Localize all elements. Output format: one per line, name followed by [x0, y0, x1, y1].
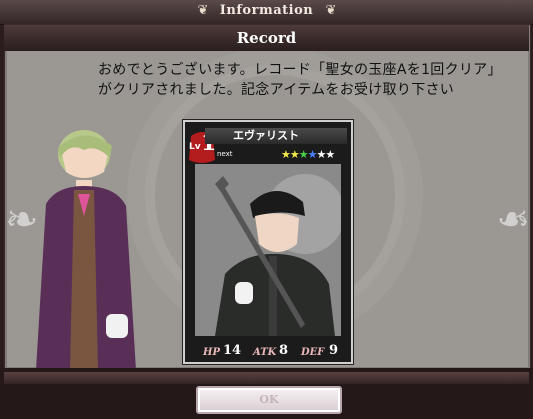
ok-button[interactable]: OK [196, 386, 342, 414]
hp-value: 14 [223, 343, 242, 358]
ornament-left-icon: ❧ [5, 197, 39, 243]
card-artwork [195, 164, 341, 336]
character-portrait [36, 130, 136, 370]
fleur-icon: ❦ [325, 3, 337, 18]
game-window: ❦ Information ❦ ❧ ❧ Record おめでとうございます。レコ… [0, 0, 533, 419]
def-label: DEF [301, 347, 325, 358]
reward-card[interactable]: Lv 1 エヴァリスト next ★★★★★★ HP 14 ATK 8 DEF … [183, 120, 353, 364]
next-label: next [217, 150, 233, 158]
bottom-strip [4, 372, 529, 384]
record-message: おめでとうございます。レコード「聖女の玉座Aを1回クリア」がクリアされました。記… [98, 62, 502, 98]
atk-value: 8 [279, 343, 289, 358]
atk-label: ATK [253, 347, 277, 358]
ornament-right-icon: ❧ [496, 197, 530, 243]
information-title: Information [219, 3, 314, 18]
star-icon: ★ [289, 148, 300, 161]
level-label: Lv [189, 142, 201, 152]
card-name: エヴァリスト [205, 128, 347, 144]
dialog-header: Record [4, 25, 529, 51]
def-value: 9 [329, 343, 339, 358]
card-stats: HP 14 ATK 8 DEF 9 [195, 338, 347, 358]
star-icon: ★ [307, 148, 318, 161]
star-icon: ★ [298, 148, 309, 161]
star-icon: ★ [281, 148, 291, 161]
rarity-stars: ★★★★★★ [281, 148, 335, 161]
hp-label: HP [203, 347, 220, 358]
star-icon: ★ [325, 148, 335, 161]
top-bar: ❦ Information ❦ [0, 0, 533, 25]
